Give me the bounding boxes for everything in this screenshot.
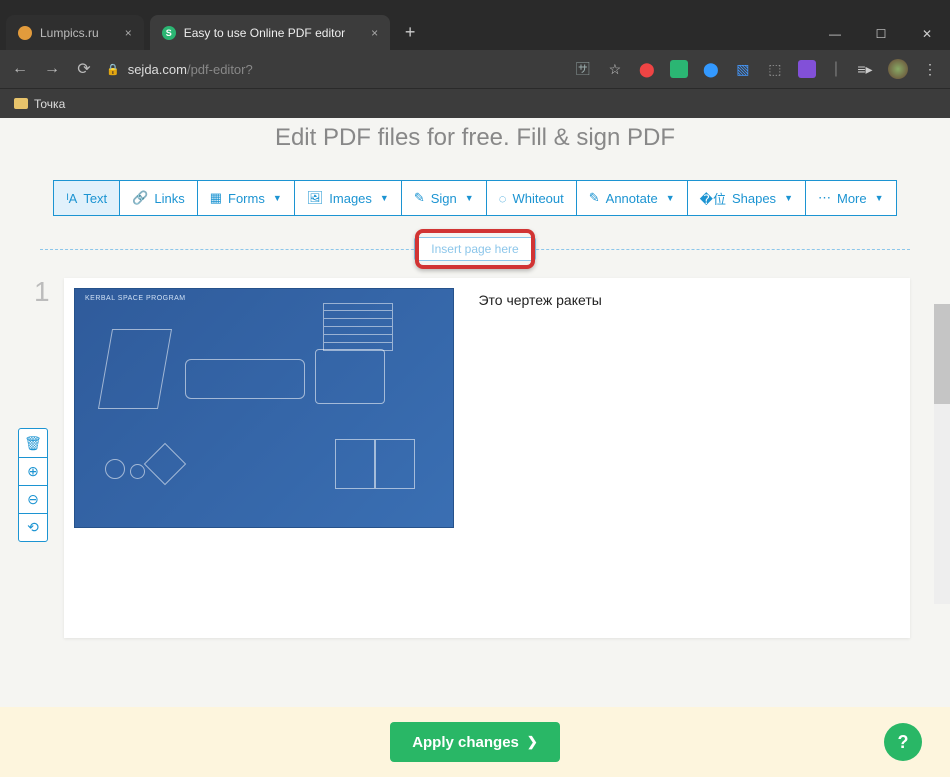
browser-titlebar: Lumpics.ru × S Easy to use Online PDF ed… — [0, 0, 950, 50]
ext-purple-icon[interactable] — [798, 60, 816, 78]
reading-list-icon[interactable]: ≡▸ — [856, 60, 874, 78]
footer-bar: Apply changes ❯ ? — [0, 707, 950, 777]
tool-label: Forms — [228, 191, 265, 206]
apply-changes-button[interactable]: Apply changes ❯ — [390, 722, 560, 762]
blueprint-title: KERBAL SPACE PROGRAM — [85, 295, 186, 302]
tab-label: Easy to use Online PDF editor — [184, 26, 345, 40]
favicon-sejda: S — [162, 26, 176, 40]
scrollbar-thumb[interactable] — [934, 304, 950, 404]
favicon-lumpics — [18, 26, 32, 40]
ext-cube-icon[interactable]: ⬚ — [766, 60, 784, 78]
tool-more[interactable]: ⋯ More ▼ — [806, 180, 897, 216]
lock-icon: 🔒 — [106, 63, 120, 76]
apply-label: Apply changes — [412, 734, 519, 751]
profile-avatar[interactable] — [888, 59, 908, 79]
insert-page-button[interactable]: Insert page here — [414, 237, 535, 261]
images-icon: 🖼 — [307, 190, 324, 206]
zoom-out-button[interactable]: ⊖ — [19, 485, 47, 513]
tool-whiteout[interactable]: ◌ Whiteout — [487, 180, 577, 216]
chevron-down-icon: ▼ — [380, 193, 389, 203]
tool-forms[interactable]: ▦ Forms ▼ — [198, 180, 295, 216]
close-button[interactable]: ✕ — [904, 18, 950, 50]
link-icon: 🔗 — [132, 190, 148, 206]
page-number: 1 — [34, 276, 50, 308]
bookmark-label: Точка — [34, 97, 65, 111]
page-content: Edit PDF files for free. Fill & sign PDF… — [0, 118, 950, 777]
ext-green-icon[interactable] — [670, 60, 688, 78]
tab-label: Lumpics.ru — [40, 26, 99, 40]
document-text[interactable]: Это чертеж ракеты — [478, 288, 601, 308]
pdf-page[interactable]: KERBAL SPACE PROGRAM Это чертеж ракеты — [64, 278, 910, 638]
document-area: 1 KERBAL SPACE PROGRAM Это чертеж ракеты — [40, 278, 910, 638]
tool-label: Sign — [431, 191, 457, 206]
extension-row: 🈂 ☆ ⬤ ⬤ ▧ ⬚ | ≡▸ ⋮ — [574, 59, 940, 79]
page-side-tools: 🗑 ⊕ ⊖ ⟲ — [18, 428, 48, 542]
zoom-in-button[interactable]: ⊕ — [19, 457, 47, 485]
shapes-icon: �位 — [700, 189, 726, 208]
forms-icon: ▦ — [210, 190, 222, 206]
forward-button[interactable]: → — [42, 60, 62, 78]
rotate-button[interactable]: ⟲ — [19, 513, 47, 541]
tool-label: Whiteout — [512, 191, 563, 206]
tool-sign[interactable]: ✎ Sign ▼ — [402, 180, 487, 216]
annotate-icon: ✎ — [589, 190, 600, 206]
chevron-down-icon: ▼ — [875, 193, 884, 203]
ext-box-icon[interactable]: ▧ — [734, 60, 752, 78]
more-icon: ⋯ — [818, 190, 831, 206]
chevron-down-icon: ▼ — [666, 193, 675, 203]
tool-text[interactable]: ᴵA Text — [53, 180, 120, 216]
page-title: Edit PDF files for free. Fill & sign PDF — [0, 124, 950, 152]
text-icon: ᴵA — [66, 191, 77, 206]
tool-label: Links — [154, 191, 184, 206]
help-fab[interactable]: ? — [884, 723, 922, 761]
chevron-down-icon: ▼ — [465, 193, 474, 203]
delete-page-button[interactable]: 🗑 — [19, 429, 47, 457]
tool-label: Shapes — [732, 191, 776, 206]
close-icon[interactable]: × — [125, 26, 132, 40]
ext-blue-icon[interactable]: ⬤ — [702, 60, 720, 78]
tool-annotate[interactable]: ✎ Annotate ▼ — [577, 180, 688, 216]
tool-label: More — [837, 191, 867, 206]
back-button[interactable]: ← — [10, 60, 30, 78]
new-tab-button[interactable]: + — [396, 18, 424, 46]
window-controls: — ☐ ✕ — [812, 18, 950, 50]
insert-page-row: Insert page here — [40, 234, 910, 264]
whiteout-icon: ◌ — [499, 191, 507, 206]
close-icon[interactable]: × — [371, 26, 378, 40]
reload-button[interactable]: ⟳ — [74, 59, 94, 79]
url-text: sejda.com/pdf-editor? — [128, 62, 253, 77]
bookmark-bar: Точка — [0, 88, 950, 118]
sign-icon: ✎ — [414, 190, 425, 206]
tool-label: Annotate — [606, 191, 658, 206]
maximize-button[interactable]: ☐ — [858, 18, 904, 50]
minimize-button[interactable]: — — [812, 18, 858, 50]
chevron-down-icon: ▼ — [784, 193, 793, 203]
blueprint-table — [323, 303, 393, 351]
address-bar: ← → ⟳ 🔒 sejda.com/pdf-editor? 🈂 ☆ ⬤ ⬤ ▧ … — [0, 50, 950, 88]
tool-shapes[interactable]: �位 Shapes ▼ — [688, 180, 806, 216]
vertical-scrollbar[interactable] — [934, 304, 950, 604]
translate-icon[interactable]: 🈂 — [574, 60, 592, 78]
star-icon[interactable]: ☆ — [606, 60, 624, 78]
chevron-right-icon: ❯ — [527, 734, 538, 750]
tool-label: Text — [83, 191, 107, 206]
chevron-down-icon: ▼ — [273, 193, 282, 203]
tab-sejda[interactable]: S Easy to use Online PDF editor × — [150, 15, 390, 50]
bookmark-item[interactable]: Точка — [14, 97, 65, 111]
divider: | — [834, 60, 838, 78]
tool-images[interactable]: 🖼 Images ▼ — [295, 180, 402, 216]
tab-lumpics[interactable]: Lumpics.ru × — [6, 15, 144, 50]
tool-links[interactable]: 🔗 Links — [120, 180, 198, 216]
url-field[interactable]: 🔒 sejda.com/pdf-editor? — [106, 62, 253, 77]
ext-opera-icon[interactable]: ⬤ — [638, 60, 656, 78]
kebab-menu-icon[interactable]: ⋮ — [922, 60, 940, 78]
tool-label: Images — [329, 191, 372, 206]
editor-toolbar: ᴵA Text 🔗 Links ▦ Forms ▼ 🖼 Images ▼ ✎ Sign ▼ ◌ W… — [0, 180, 950, 216]
folder-icon — [14, 98, 28, 109]
blueprint-image: KERBAL SPACE PROGRAM — [74, 288, 454, 528]
